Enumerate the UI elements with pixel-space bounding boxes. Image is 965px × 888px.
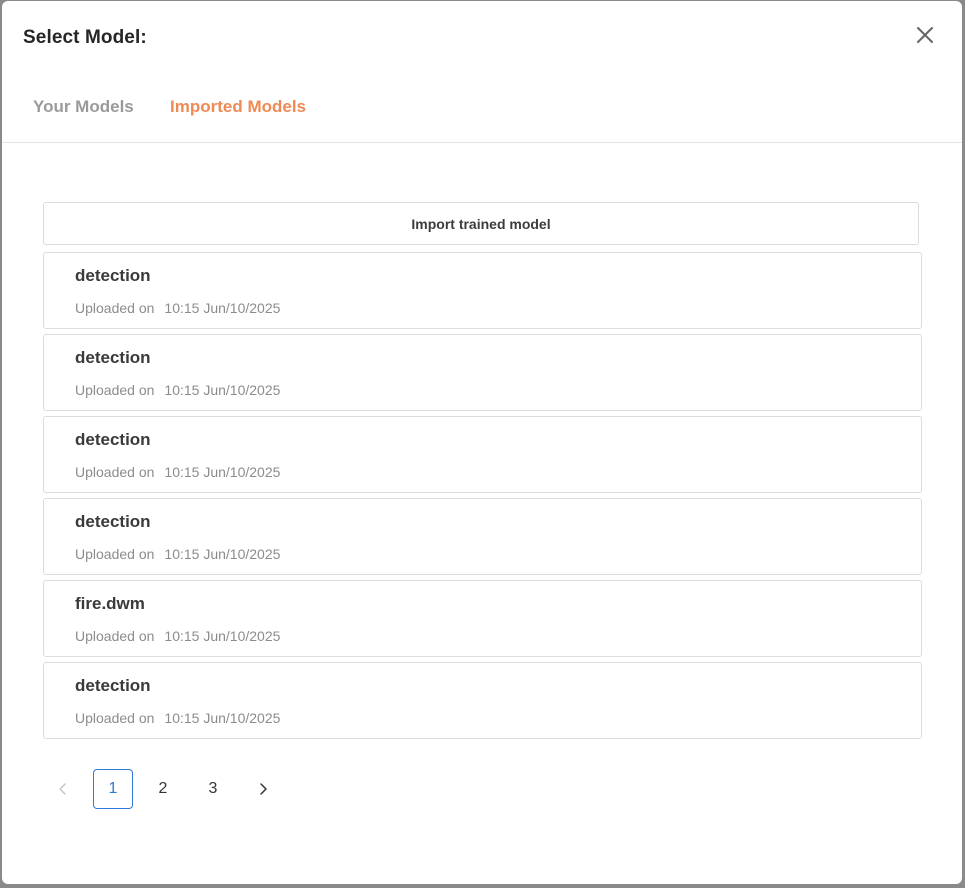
page-button-1[interactable]: 1 [93, 769, 133, 809]
prev-page-button[interactable] [43, 769, 83, 809]
model-name: detection [75, 676, 151, 695]
model-list-item[interactable]: detection Uploaded on 10:15 Jun/10/2025 [43, 662, 922, 739]
model-list: detection Uploaded on 10:15 Jun/10/2025 d… [43, 252, 922, 744]
model-name: detection [75, 348, 151, 367]
model-name: fire.dwm [75, 594, 145, 613]
page-button-3[interactable]: 3 [193, 769, 233, 809]
model-upload-info: Uploaded on 10:15 Jun/10/2025 [75, 546, 280, 562]
model-upload-info: Uploaded on 10:15 Jun/10/2025 [75, 382, 280, 398]
upload-date: 10:15 Jun/10/2025 [164, 300, 281, 316]
uploaded-label: Uploaded on [75, 546, 155, 562]
upload-date: 10:15 Jun/10/2025 [164, 464, 281, 480]
upload-date: 10:15 Jun/10/2025 [164, 546, 281, 562]
model-tabs: Your Models Imported Models [2, 85, 962, 143]
select-model-dialog: Select Model: Your Models Imported Model… [2, 1, 962, 884]
page-button-2[interactable]: 2 [143, 769, 183, 809]
model-upload-info: Uploaded on 10:15 Jun/10/2025 [75, 710, 280, 726]
model-name: detection [75, 430, 151, 449]
model-upload-info: Uploaded on 10:15 Jun/10/2025 [75, 628, 280, 644]
model-name: detection [75, 512, 151, 531]
model-list-item[interactable]: detection Uploaded on 10:15 Jun/10/2025 [43, 252, 922, 329]
upload-date: 10:15 Jun/10/2025 [164, 710, 281, 726]
uploaded-label: Uploaded on [75, 300, 155, 316]
chevron-left-icon [59, 783, 66, 795]
import-trained-model-button[interactable]: Import trained model [43, 202, 919, 245]
chevron-right-icon [260, 783, 267, 795]
tab-your-models[interactable]: Your Models [33, 97, 134, 117]
next-page-button[interactable] [243, 769, 283, 809]
dialog-title: Select Model: [23, 27, 147, 48]
model-list-item[interactable]: detection Uploaded on 10:15 Jun/10/2025 [43, 334, 922, 411]
tab-imported-models[interactable]: Imported Models [170, 97, 306, 117]
close-button[interactable] [914, 24, 936, 46]
model-upload-info: Uploaded on 10:15 Jun/10/2025 [75, 464, 280, 480]
close-icon [917, 27, 933, 43]
uploaded-label: Uploaded on [75, 382, 155, 398]
model-list-item[interactable]: detection Uploaded on 10:15 Jun/10/2025 [43, 498, 922, 575]
model-upload-info: Uploaded on 10:15 Jun/10/2025 [75, 300, 280, 316]
uploaded-label: Uploaded on [75, 464, 155, 480]
uploaded-label: Uploaded on [75, 710, 155, 726]
upload-date: 10:15 Jun/10/2025 [164, 628, 281, 644]
uploaded-label: Uploaded on [75, 628, 155, 644]
model-list-item[interactable]: detection Uploaded on 10:15 Jun/10/2025 [43, 416, 922, 493]
upload-date: 10:15 Jun/10/2025 [164, 382, 281, 398]
model-name: detection [75, 266, 151, 285]
model-list-item[interactable]: fire.dwm Uploaded on 10:15 Jun/10/2025 [43, 580, 922, 657]
